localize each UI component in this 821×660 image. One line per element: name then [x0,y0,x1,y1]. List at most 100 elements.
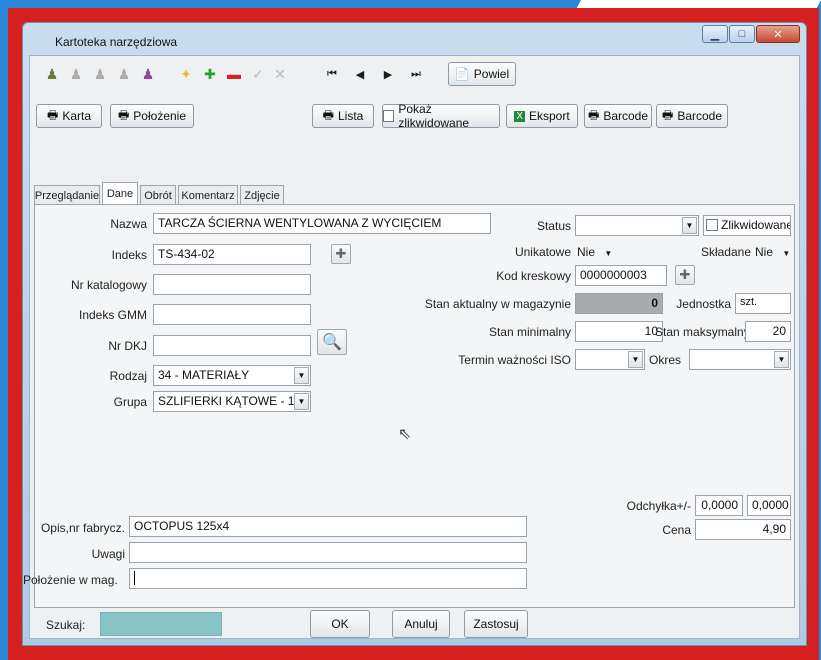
polozenie-w-mag-label: Położenie w mag. [23,573,118,587]
anuluj-button[interactable]: Anuluj [392,610,450,638]
zlikwidowane-checkbox[interactable]: Zlikwidowane [703,215,791,236]
powiel-label: Powiel [473,67,510,81]
chevron-down-icon[interactable]: ▼ [294,393,309,410]
indeks-gmm-field[interactable] [153,304,311,325]
chevron-down-icon[interactable]: ▼ [628,351,643,368]
uwagi-field[interactable] [129,542,527,563]
kod-add-button[interactable]: ✚ [675,265,695,285]
barcode-label-2: Barcode [677,109,723,123]
chevron-down-icon[interactable]: ▼ [294,367,309,384]
prev-record-icon[interactable]: ◀ [352,66,368,82]
check-icon[interactable]: ✓ [250,66,266,82]
minimize-icon: ▁ [710,28,720,41]
title-bar[interactable]: Kartoteka narzędziowa ▁ □ ✕ [23,23,806,55]
chevron-down-icon[interactable]: ▼ [682,217,697,234]
zastosuj-label: Zastosuj [473,617,519,631]
jednostka-field[interactable]: szt. [735,293,791,314]
stan-minimalny-field[interactable]: 10 [575,321,663,342]
printer-icon: 🖶 [587,107,600,122]
first-record-icon[interactable]: ⏮ [324,66,340,82]
skladane-value: Nie [755,245,774,259]
pokaz-zlikwidowane-checkbox[interactable]: Pokaż zlikwidowane [382,102,500,130]
tab-przegladanie[interactable]: Przeglądanie [34,185,100,205]
printer-icon: 🖶 [322,107,334,122]
rodzaj-combo[interactable]: 34 - MATERIAŁY ▼ [153,365,311,386]
excel-icon: X [514,110,525,122]
nazwa-label: Nazwa [110,217,147,231]
tab-zdjecie[interactable]: Zdjęcie [240,185,284,205]
bottle-green-icon[interactable]: ♟ [44,66,60,82]
add-icon[interactable]: ✚ [202,66,218,82]
close-button[interactable]: ✕ [756,25,800,43]
cena-field[interactable]: 4,90 [695,519,791,540]
caption-buttons: ▁ □ ✕ [701,25,800,43]
nr-katalogowy-field[interactable] [153,274,311,295]
indeks-add-button[interactable]: ✚ [331,244,351,264]
bottle-cross-icon[interactable]: ♟ [92,66,108,82]
rodzaj-label: Rodzaj [109,369,147,383]
unikatowe-value: Nie [577,245,596,259]
szukaj-label: Szukaj: [46,618,86,632]
remove-icon[interactable]: ▬ [226,66,242,82]
bottle-gray-icon[interactable]: ♟ [68,66,84,82]
maximize-button[interactable]: □ [729,25,755,43]
okres-combo[interactable]: ▼ [689,349,791,370]
indeks-field[interactable]: TS-434-02 [153,244,311,265]
chevron-down-icon: ▼ [782,249,791,258]
maximize-icon: □ [738,28,746,40]
karta-button[interactable]: 🖶 Karta [36,104,102,128]
powiel-button[interactable]: 📄 Powiel [448,62,516,86]
polozenie-w-mag-field[interactable] [129,568,527,589]
termin-waznosci-combo[interactable]: ▼ [575,349,645,370]
bottle-purple-icon[interactable]: ♟ [140,66,156,82]
kod-kreskowy-field[interactable]: 0000000003 [575,265,667,286]
dane-panel: Nazwa TARCZA ŚCIERNA WENTYLOWANA Z WYCIĘ… [23,204,795,608]
window-title: Kartoteka narzędziowa [55,35,178,49]
nazwa-field[interactable]: TARCZA ŚCIERNA WENTYLOWANA Z WYCIĘCIEM [153,213,491,234]
nr-dkj-field[interactable] [153,335,311,356]
barcode-button-1[interactable]: 🖶 Barcode [584,104,652,128]
odchylka-field-2[interactable]: 0,0000 [747,495,791,516]
magnifier-icon: 🔍 [322,334,342,351]
tab-obrot[interactable]: Obrót [140,185,176,205]
next-record-icon[interactable]: ▶ [380,66,396,82]
opis-field[interactable]: OCTOPUS 125x4 [129,516,527,537]
zastosuj-button[interactable]: Zastosuj [464,610,528,638]
tab-komentarz[interactable]: Komentarz [178,185,238,205]
stan-minimalny-label: Stan minimalny [488,325,571,339]
chevron-down-icon[interactable]: ▼ [774,351,789,368]
last-record-icon[interactable]: ⏭ [408,66,424,82]
ok-button[interactable]: OK [310,610,370,638]
copy-icon: 📄 [454,67,470,81]
termin-waznosci-label: Termin ważności ISO [458,353,571,367]
grupa-label: Grupa [113,395,147,409]
minimize-button[interactable]: ▁ [702,25,728,43]
barcode-button-2[interactable]: 🖶 Barcode [656,104,728,128]
bottle-minus-icon[interactable]: ♟ [116,66,132,82]
rodzaj-value: 34 - MATERIAŁY [158,368,250,382]
cancel-icon[interactable]: ✕ [272,66,288,82]
ok-label: OK [331,617,349,631]
tab-dane[interactable]: Dane [102,182,138,205]
odchylka-field-1[interactable]: 0,0000 [695,495,743,516]
window-client: ♟ ♟ ♟ ♟ ♟ ✦ ✚ ▬ ✓ ✕ ⏮ ◀ ▶ ⏭ 📄 Powiel 🖶 Kar… [23,55,800,639]
unikatowe-select[interactable]: Nie ▼ [577,245,612,259]
polozenie-label: Położenie [133,109,187,123]
star-icon[interactable]: ✦ [178,66,194,82]
eksport-button[interactable]: X Eksport [506,104,578,128]
tab-label: Zdjęcie [244,189,280,202]
grupa-combo[interactable]: SZLIFIERKI KĄTOWE - 180 ▼ [153,391,311,412]
search-input[interactable] [100,612,222,636]
status-combo[interactable]: ▼ [575,215,699,236]
polozenie-button[interactable]: 🖶 Położenie [110,104,194,128]
plus-icon: ✚ [335,246,347,261]
opis-label: Opis,nr fabrycz. [40,521,125,535]
tab-label: Przeglądanie [34,189,100,202]
search-dkj-button[interactable]: 🔍 [317,329,347,355]
skladane-select[interactable]: Nie ▼ [755,245,790,259]
lista-button[interactable]: 🖶 Lista [312,104,374,128]
stan-aktualny-label: Stan aktualny w magazynie [424,297,571,311]
stan-maksymalny-field[interactable]: 20 [745,321,791,342]
plus-icon: ✚ [679,267,691,282]
stan-maksymalny-label: Stan maksymalny [655,325,750,339]
